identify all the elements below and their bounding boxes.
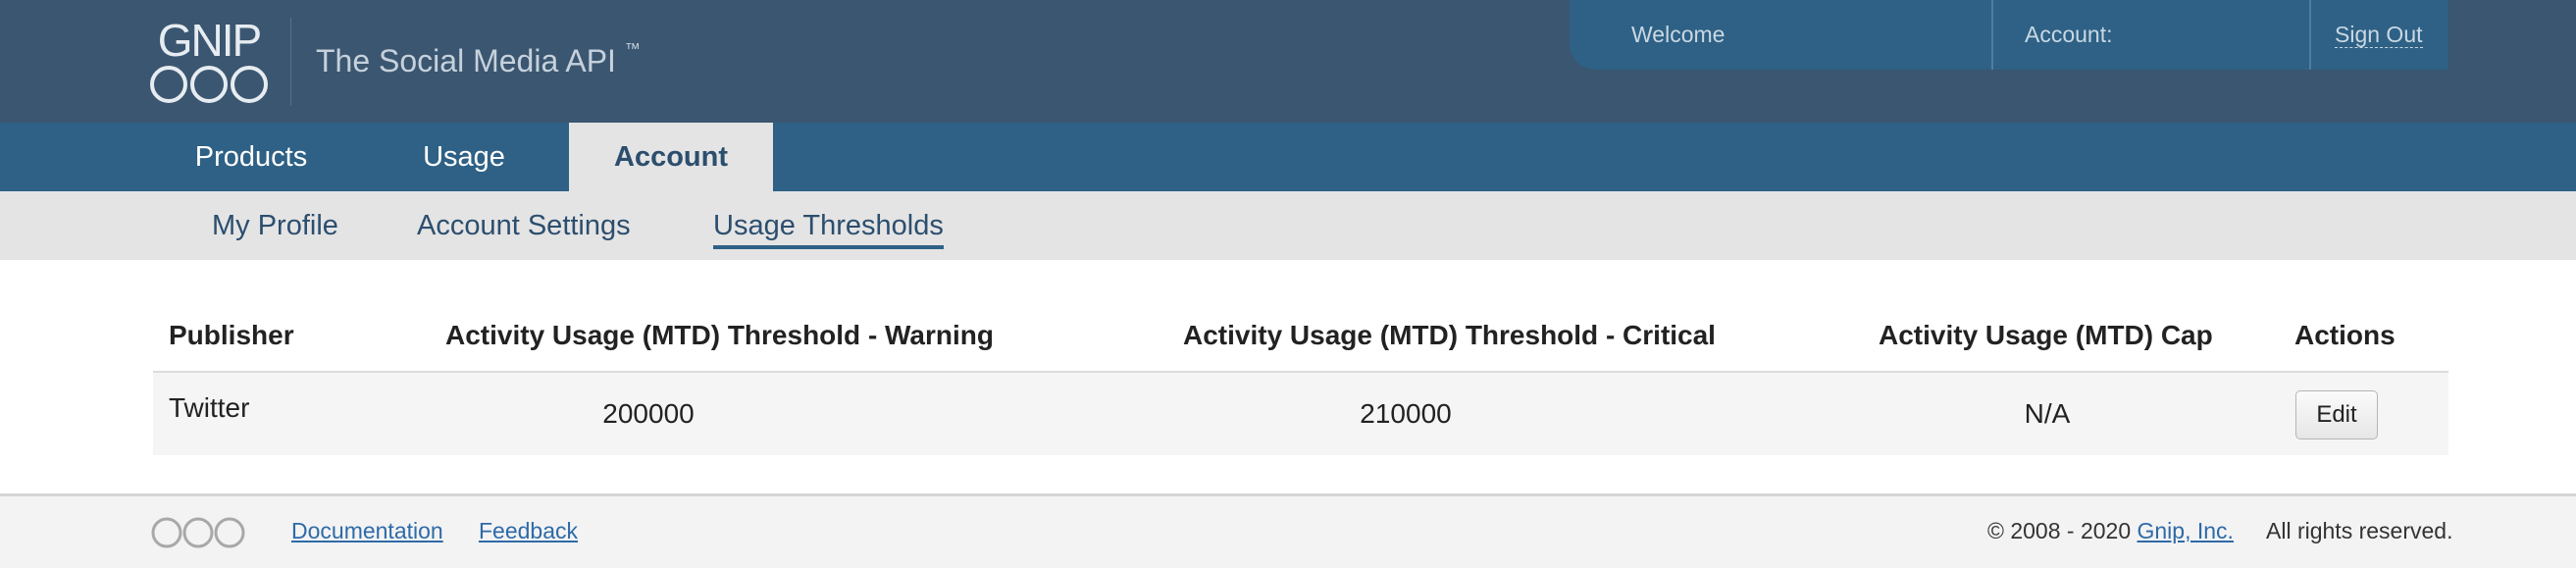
footer-rights: All rights reserved. [2266,518,2453,543]
subnav-usage-thresholds[interactable]: Usage Thresholds [713,191,944,260]
table-header-row: Publisher Activity Usage (MTD) Threshold… [153,304,2448,373]
subnav-label: Account Settings [417,210,631,241]
user-box-divider [2309,0,2311,70]
header-cap: Activity Usage (MTD) Cap [1879,320,2213,350]
thresholds-table: Publisher Activity Usage (MTD) Threshold… [153,304,2448,455]
header-warning: Activity Usage (MTD) Threshold - Warning [445,320,994,350]
logo-rings-icon [150,66,268,103]
account-label: Account: [2025,22,2113,47]
subnav-label: My Profile [212,210,338,241]
site-footer: Documentation Feedback © 2008 - 2020 Gni… [0,493,2576,568]
cell-publisher: Twitter [169,392,250,423]
table-row: Twitter 200000 210000 N/A Edit [153,373,2448,455]
footer-documentation-link[interactable]: Documentation [291,496,443,565]
copyright-text: © 2008 - 2020 [1987,518,2132,543]
logo-text: GNIP [157,15,262,66]
footer-feedback-link[interactable]: Feedback [479,496,578,565]
edit-button[interactable]: Edit [2295,390,2378,439]
subnav-label: Usage Thresholds [713,210,944,249]
gnip-logo[interactable]: GNIP [145,18,273,106]
tab-usage[interactable]: Usage [363,123,565,191]
header-actions: Actions [2294,320,2396,350]
footer-logo-rings-icon [151,517,245,548]
header-publisher: Publisher [169,320,294,350]
user-box: Welcome Account: Sign Out [1570,0,2448,70]
tab-account[interactable]: Account [569,123,773,191]
footer-copyright: © 2008 - 2020 Gnip, Inc. [1987,496,2234,565]
header-critical: Activity Usage (MTD) Threshold - Critica… [1183,320,1716,350]
site-header: GNIP The Social Media API ™ Welcome Acco… [0,0,2576,123]
sign-out-link[interactable]: Sign Out [2335,22,2423,48]
subnav-account-settings[interactable]: Account Settings [417,191,631,260]
welcome-text: Welcome [1631,22,1726,47]
cell-warning: 200000 [602,398,695,429]
trademark-symbol: ™ [624,41,641,58]
subnav-my-profile[interactable]: My Profile [212,191,338,260]
logo-divider [290,18,291,106]
secondary-nav: My Profile Account Settings Usage Thresh… [0,191,2576,260]
company-link[interactable]: Gnip, Inc. [2138,518,2234,543]
tagline-text: The Social Media API [316,43,616,78]
cell-critical: 210000 [1360,398,1452,429]
primary-tabs: Products Usage Account [0,123,2576,191]
tab-products[interactable]: Products [151,123,351,191]
user-box-divider [1991,0,1993,70]
tagline: The Social Media API ™ [316,41,641,79]
cell-cap: N/A [2024,398,2071,429]
